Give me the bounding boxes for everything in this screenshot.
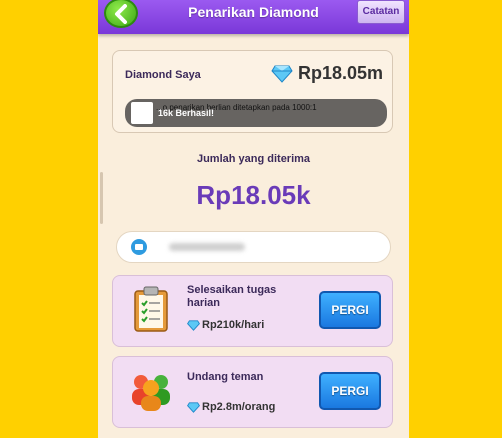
scroll-indicator bbox=[100, 172, 103, 224]
task-title: Selesaikan tugas harian bbox=[187, 284, 277, 309]
receive-amount: Rp18.05k bbox=[196, 180, 311, 210]
diamond-icon bbox=[187, 401, 200, 413]
wallet-icon bbox=[131, 239, 147, 255]
diamond-balance: Rp18.05m bbox=[298, 63, 384, 83]
catatan-button[interactable]: Catatan bbox=[357, 0, 405, 24]
task-reward-value: Rp210k/hari bbox=[202, 319, 265, 331]
toast-notification: ...o penarikan berlian ditetapkan pada 1… bbox=[125, 99, 387, 127]
header-bar: Penarikan Diamond Catatan bbox=[98, 0, 409, 34]
account-field[interactable] bbox=[116, 231, 391, 263]
avatar bbox=[131, 102, 153, 124]
task-reward-value: Rp2.8m/orang bbox=[202, 401, 276, 413]
task-reward: Rp210k/hari bbox=[187, 319, 264, 331]
app-screen: Penarikan Diamond Catatan Diamond Saya R… bbox=[98, 0, 409, 438]
task-reward: Rp2.8m/orang bbox=[187, 401, 275, 413]
diamond-icon bbox=[271, 65, 293, 83]
diamond-icon bbox=[187, 319, 200, 331]
account-number-redacted bbox=[169, 243, 245, 251]
pergi-button[interactable]: PERGI bbox=[319, 372, 381, 410]
diamond-label: Diamond Saya bbox=[125, 69, 201, 81]
task-card-invite: Undang teman Rp2.8m/orang PERGI bbox=[112, 356, 393, 428]
receive-label: Jumlah yang diterima bbox=[196, 153, 311, 165]
toast-message: 16k Berhasil! bbox=[158, 108, 215, 118]
pergi-button[interactable]: PERGI bbox=[319, 291, 381, 329]
task-card-daily: Selesaikan tugas harian Rp210k/hari PERG… bbox=[112, 275, 393, 347]
task-title: Undang teman bbox=[187, 371, 264, 383]
clipboard-icon bbox=[134, 286, 168, 332]
people-icon bbox=[132, 375, 170, 411]
diamond-balance-card: Diamond Saya Rp18.05m ...o penarikan ber… bbox=[112, 50, 393, 133]
